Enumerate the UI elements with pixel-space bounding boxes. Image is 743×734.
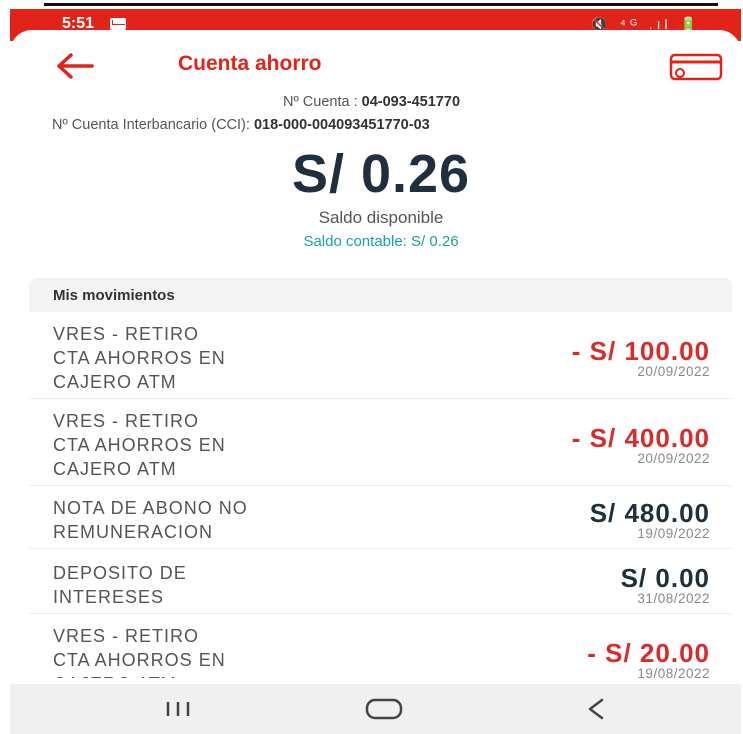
available-balance: S/ 0.26 xyxy=(291,144,471,204)
movement-row[interactable]: VRES - RETIRO CTA AHORROS EN CAJERO ATM … xyxy=(29,614,732,678)
movement-amount: - S/ 100.00 xyxy=(571,336,710,366)
movement-row[interactable]: VRES - RETIRO CTA AHORROS EN CAJERO ATM … xyxy=(29,399,732,486)
recent-apps-icon[interactable] xyxy=(158,696,198,722)
home-icon[interactable] xyxy=(364,696,404,722)
cci-label: Nº Cuenta Interbancario (CCI): xyxy=(52,117,250,133)
card-icon[interactable] xyxy=(668,52,724,82)
account-number: 04-093-451770 xyxy=(361,94,461,110)
movements-title: Mis movimientos xyxy=(53,287,175,304)
movement-description: VRES - RETIRO CTA AHORROS EN CAJERO ATM xyxy=(53,411,226,479)
movement-amount: S/ 480.00 xyxy=(589,498,710,528)
page-title: Cuenta ahorro xyxy=(178,52,322,75)
movement-date: 19/08/2022 xyxy=(637,666,710,678)
available-balance-label: Saldo disponible xyxy=(318,208,444,227)
movement-description: DEPOSITO DE INTERESES xyxy=(53,563,187,607)
movement-description: VRES - RETIRO CTA AHORROS EN CAJERO ATM xyxy=(53,626,226,678)
back-nav-icon[interactable] xyxy=(576,696,616,722)
movement-row[interactable]: DEPOSITO DE INTERESES S/ 0.00 31/08/2022 xyxy=(29,549,732,614)
accounting-balance: Saldo contable: S/ 0.26 xyxy=(303,233,459,250)
movement-description: NOTA DE ABONO NO REMUNERACION xyxy=(53,498,248,542)
movement-date: 20/09/2022 xyxy=(637,364,710,379)
movement-date: 19/09/2022 xyxy=(637,526,710,541)
back-arrow-icon[interactable] xyxy=(55,52,95,80)
cci-number: 018-000-004093451770-03 xyxy=(253,117,430,133)
account-number-label: Nº Cuenta : xyxy=(282,94,358,110)
movement-amount: - S/ 400.00 xyxy=(571,423,710,453)
android-nav-bar xyxy=(10,684,741,734)
movements-header: Mis movimientos xyxy=(29,278,732,312)
movements-list: VRES - RETIRO CTA AHORROS EN CAJERO ATM … xyxy=(29,312,732,678)
movement-amount: - S/ 20.00 xyxy=(587,638,710,668)
movement-description: VRES - RETIRO CTA AHORROS EN CAJERO ATM xyxy=(53,324,226,392)
movement-row[interactable]: VRES - RETIRO CTA AHORROS EN CAJERO ATM … xyxy=(29,312,732,399)
top-border xyxy=(44,3,718,6)
cci-line: Nº Cuenta Interbancario (CCI): 018-000-0… xyxy=(52,117,732,133)
account-number-line: Nº Cuenta : 04-093-451770 xyxy=(0,94,743,110)
movement-row[interactable]: NOTA DE ABONO NO REMUNERACION S/ 480.00 … xyxy=(29,486,732,549)
mail-notification-icon xyxy=(110,18,126,30)
movement-date: 31/08/2022 xyxy=(637,591,710,606)
movement-amount: S/ 0.00 xyxy=(620,563,710,593)
movement-date: 20/09/2022 xyxy=(637,451,710,466)
